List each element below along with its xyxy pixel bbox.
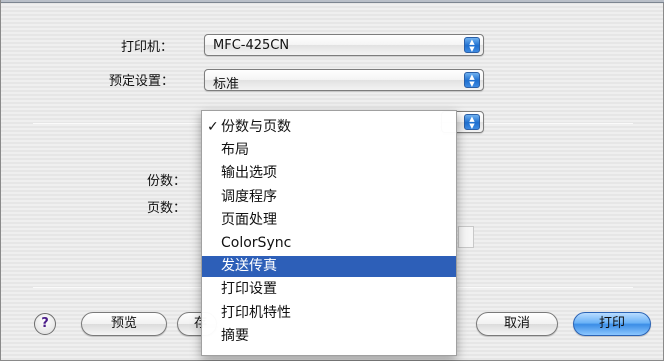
menu-item[interactable]: ✓ 份数与页数 bbox=[202, 117, 456, 138]
menu-item-label: ColorSync bbox=[221, 235, 292, 251]
menu-item[interactable]: 布局 bbox=[202, 140, 456, 161]
menu-item-label: 摘要 bbox=[221, 327, 249, 344]
printer-popup[interactable]: MFC-425CN ▲ ▼ bbox=[204, 34, 484, 56]
menu-item[interactable]: 调度程序 bbox=[202, 187, 456, 208]
popup-arrows-icon: ▲ ▼ bbox=[464, 114, 480, 130]
printer-label: 打印机： bbox=[121, 40, 174, 55]
panel-menu: ✓ 份数与页数布局输出选项调度程序页面处理 ColorSync 发送传真打印设置打印机… bbox=[201, 110, 457, 356]
copies-label: 份数： bbox=[147, 174, 187, 189]
bottom-separator-right bbox=[458, 287, 633, 288]
menu-item-label: 布局 bbox=[221, 142, 249, 159]
print-button[interactable]: 打印 bbox=[573, 312, 651, 336]
menu-item-label: 发送传真 bbox=[221, 258, 277, 275]
dialog-top-edge bbox=[1, 0, 664, 3]
presets-value: 标准 bbox=[213, 77, 240, 92]
menu-item[interactable]: 发送传真 bbox=[202, 256, 456, 278]
pages-label: 页数： bbox=[147, 201, 187, 216]
menu-item[interactable]: 页面处理 bbox=[202, 210, 456, 231]
printer-value: MFC-425CN bbox=[213, 38, 290, 53]
menu-item-label: 调度程序 bbox=[221, 188, 277, 205]
preview-button[interactable]: 预览 bbox=[81, 312, 167, 336]
menu-item[interactable]: 打印机特性 bbox=[202, 303, 456, 324]
menu-item[interactable]: 输出选项 bbox=[202, 163, 456, 184]
menu-item[interactable]: 摘要 bbox=[202, 326, 456, 347]
cancel-button[interactable]: 取消 bbox=[476, 312, 558, 336]
menu-item[interactable]: 打印设置 bbox=[202, 279, 456, 300]
popup-arrows-icon: ▲ ▼ bbox=[464, 72, 480, 88]
popup-arrows-icon: ▲ ▼ bbox=[464, 37, 480, 53]
separator-left bbox=[33, 123, 205, 124]
menu-item-label: 输出选项 bbox=[221, 165, 277, 182]
menu-item-label: 份数与页数 bbox=[221, 119, 291, 135]
help-icon[interactable]: ? bbox=[34, 313, 56, 335]
checkmark-icon: ✓ bbox=[207, 119, 219, 135]
to-field[interactable] bbox=[458, 226, 474, 248]
menu-item-label: 打印机特性 bbox=[221, 304, 291, 321]
menu-item[interactable]: ColorSync bbox=[202, 233, 456, 254]
bottom-separator-left bbox=[33, 287, 205, 288]
menu-item-label: 打印设置 bbox=[221, 281, 277, 298]
separator-right bbox=[483, 123, 633, 124]
presets-popup[interactable]: 标准 ▲ ▼ bbox=[204, 69, 484, 92]
menu-item-label: 页面处理 bbox=[221, 211, 277, 228]
presets-label: 预定设置： bbox=[109, 74, 175, 89]
